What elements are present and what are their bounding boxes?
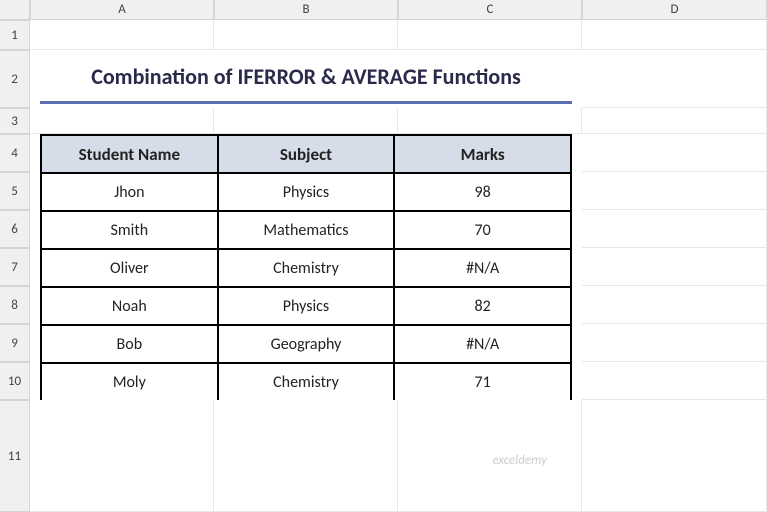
cell-name[interactable]: Moly	[41, 363, 218, 401]
header-student-name[interactable]: Student Name	[41, 135, 218, 173]
table-header-row: Student Name Subject Marks	[41, 135, 571, 173]
cell-subject[interactable]: Geography	[218, 325, 395, 363]
table-row: Smith Mathematics 70	[41, 211, 571, 249]
cell[interactable]	[582, 324, 767, 362]
table-row: Noah Physics 82	[41, 287, 571, 325]
data-table-container: Student Name Subject Marks Jhon Physics …	[40, 134, 572, 400]
cell-name[interactable]: Bob	[41, 325, 218, 363]
cell[interactable]	[214, 400, 398, 512]
cell[interactable]	[582, 20, 767, 50]
table-row: Bob Geography #N/A	[41, 325, 571, 363]
cell[interactable]	[30, 108, 214, 134]
cell-marks[interactable]: 82	[394, 287, 571, 325]
cell[interactable]	[582, 248, 767, 286]
cell-name[interactable]: Jhon	[41, 173, 218, 211]
cell-marks[interactable]: 70	[394, 211, 571, 249]
table-row: Oliver Chemistry #N/A	[41, 249, 571, 287]
col-header-A[interactable]: A	[30, 0, 214, 20]
cell[interactable]	[582, 362, 767, 400]
row-header-7[interactable]: 7	[0, 248, 30, 286]
data-table: Student Name Subject Marks Jhon Physics …	[40, 134, 572, 402]
cell[interactable]	[582, 286, 767, 324]
cell-name[interactable]: Oliver	[41, 249, 218, 287]
cell-subject[interactable]: Chemistry	[218, 249, 395, 287]
row-header-4[interactable]: 4	[0, 134, 30, 172]
cell[interactable]	[398, 400, 582, 512]
table-row: Moly Chemistry 71	[41, 363, 571, 401]
cell-subject[interactable]: Chemistry	[218, 363, 395, 401]
cell[interactable]	[582, 210, 767, 248]
cell[interactable]	[582, 50, 767, 108]
cell[interactable]	[582, 108, 767, 134]
row-header-6[interactable]: 6	[0, 210, 30, 248]
page-title: Combination of IFERROR & AVERAGE Functio…	[40, 52, 572, 104]
cell-marks[interactable]: #N/A	[394, 325, 571, 363]
row-header-5[interactable]: 5	[0, 172, 30, 210]
cell-marks[interactable]: 98	[394, 173, 571, 211]
cell[interactable]	[582, 400, 767, 512]
col-header-C[interactable]: C	[398, 0, 582, 20]
row-header-2[interactable]: 2	[0, 50, 30, 108]
row-header-1[interactable]: 1	[0, 20, 30, 50]
header-marks[interactable]: Marks	[394, 135, 571, 173]
cell[interactable]	[398, 108, 582, 134]
col-header-B[interactable]: B	[214, 0, 398, 20]
table-row: Jhon Physics 98	[41, 173, 571, 211]
cell-subject[interactable]: Physics	[218, 287, 395, 325]
select-all-corner[interactable]	[0, 0, 30, 20]
cell-subject[interactable]: Physics	[218, 173, 395, 211]
cell-marks[interactable]: 71	[394, 363, 571, 401]
cell-name[interactable]: Noah	[41, 287, 218, 325]
row-header-10[interactable]: 10	[0, 362, 30, 400]
cell[interactable]	[30, 20, 214, 50]
cell[interactable]	[582, 172, 767, 210]
cell[interactable]	[398, 20, 582, 50]
row-header-11[interactable]: 11	[0, 400, 30, 512]
cell[interactable]	[214, 20, 398, 50]
row-header-3[interactable]: 3	[0, 108, 30, 134]
row-header-9[interactable]: 9	[0, 324, 30, 362]
cell-name[interactable]: Smith	[41, 211, 218, 249]
cell-subject[interactable]: Mathematics	[218, 211, 395, 249]
cell[interactable]	[214, 108, 398, 134]
spreadsheet-grid: A B C D 1 2 Combination of IFERROR & AVE…	[0, 0, 767, 512]
header-subject[interactable]: Subject	[218, 135, 395, 173]
cell-marks[interactable]: #N/A	[394, 249, 571, 287]
row-header-8[interactable]: 8	[0, 286, 30, 324]
cell[interactable]	[582, 134, 767, 172]
col-header-D[interactable]: D	[582, 0, 767, 20]
cell[interactable]	[30, 400, 214, 512]
